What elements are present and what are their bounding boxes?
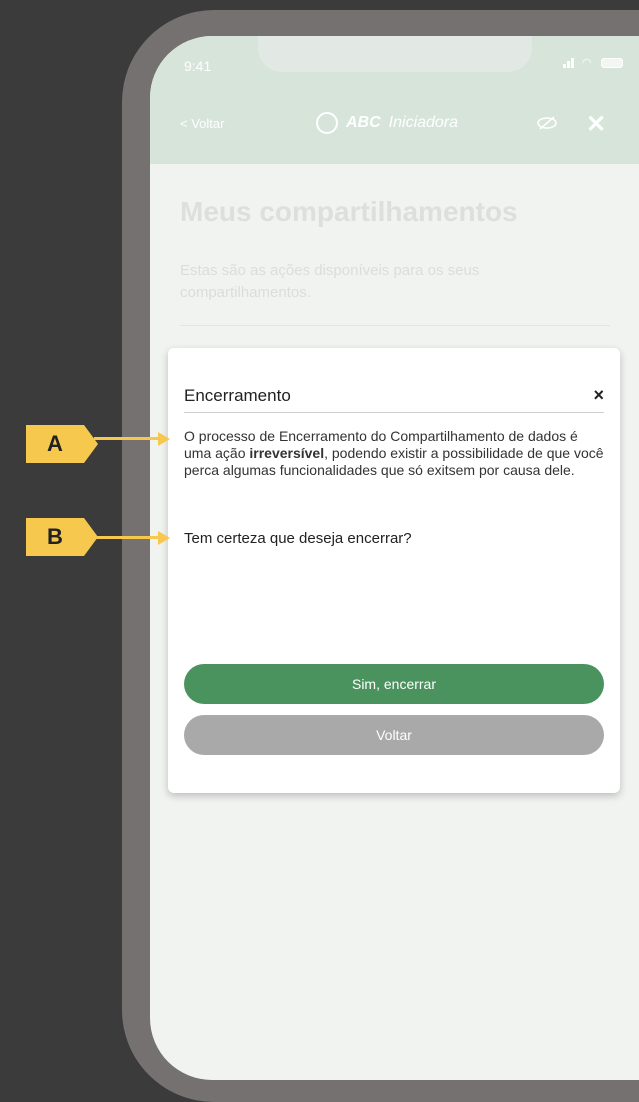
annotation-marker-b: B [26, 518, 98, 556]
signal-icon [563, 58, 577, 68]
page-description: Estas são as ações disponíveis para os s… [180, 262, 480, 301]
arrow-icon [94, 437, 158, 440]
page-title: Meus compartilhamentos [180, 196, 518, 227]
modal-body-bold: irreversível [249, 445, 325, 461]
modal-body: O processo de Encerramento do Compartilh… [184, 428, 604, 479]
brand-suffix: Iniciadora [388, 114, 459, 131]
arrow-line-b [94, 536, 158, 539]
back-link[interactable]: < Voltar [180, 116, 224, 131]
status-time: 9:41 [184, 58, 212, 74]
status-icons: ◠ [563, 57, 623, 69]
brand-logo-icon [316, 112, 338, 134]
phone-notch [258, 36, 532, 72]
closure-modal: Encerramento × O processo de Encerrament… [168, 348, 620, 793]
brand-abc: ABC [346, 114, 381, 131]
eye-off-icon[interactable] [536, 116, 558, 130]
arrow-head-b [158, 531, 170, 545]
modal-title: Encerramento [184, 386, 291, 405]
close-icon[interactable]: ✕ [586, 110, 606, 139]
back-button[interactable]: Voltar [184, 715, 604, 755]
modal-close-icon[interactable]: × [593, 385, 604, 406]
modal-divider [184, 412, 604, 413]
annotation-marker-a: A [26, 425, 98, 463]
confirm-closure-button[interactable]: Sim, encerrar [184, 664, 604, 704]
battery-icon [601, 58, 623, 68]
arrow-head-a [158, 432, 170, 446]
wifi-icon: ◠ [582, 57, 592, 69]
divider [180, 325, 610, 326]
brand: ABC Iniciadora [316, 112, 458, 134]
modal-question: Tem certeza que deseja encerrar? [184, 530, 412, 547]
